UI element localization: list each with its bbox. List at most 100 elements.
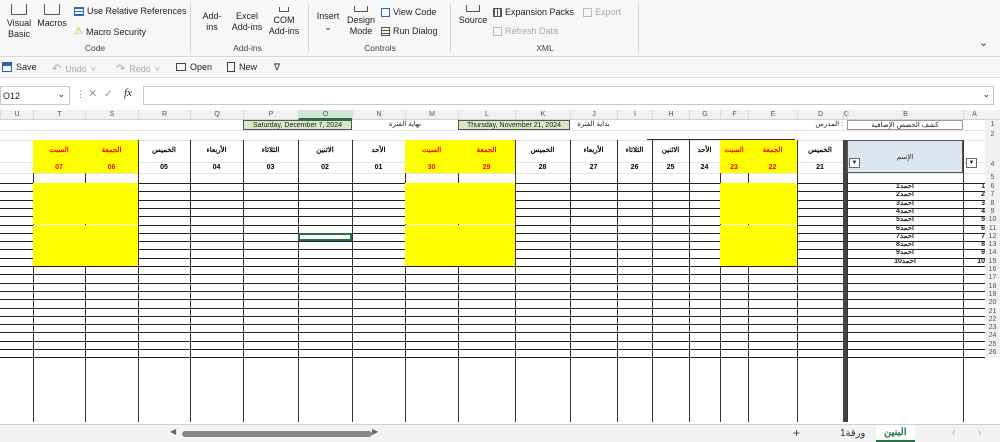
expand-formula-icon[interactable]: ⌄ <box>982 89 990 100</box>
serial-cell[interactable]: 1 <box>963 183 985 191</box>
weekend-cell[interactable] <box>458 224 515 233</box>
name-cell[interactable]: احمد5 <box>847 216 963 224</box>
row-header[interactable]: 21 <box>985 307 1000 316</box>
name-cell[interactable]: احمد8 <box>847 241 963 249</box>
selected-cell[interactable] <box>298 232 352 242</box>
row-header[interactable]: 25 <box>985 340 1000 349</box>
date-header[interactable]: 28 <box>515 162 570 173</box>
weekend-cell[interactable] <box>33 191 85 200</box>
serial-cell[interactable]: 7 <box>963 233 985 241</box>
weekend-cell[interactable] <box>458 249 515 258</box>
row-header[interactable]: 7 <box>985 191 1000 200</box>
day-header[interactable]: الخميس <box>797 140 843 162</box>
weekend-cell[interactable] <box>720 241 748 250</box>
weekend-cell[interactable] <box>720 257 748 266</box>
undo-button[interactable]: ↶ Undo ˅ <box>52 62 96 75</box>
column-header-R[interactable]: R <box>138 110 190 120</box>
weekend-cell[interactable] <box>405 183 458 192</box>
column-header-N[interactable]: N <box>352 110 405 120</box>
weekend-cell[interactable] <box>405 191 458 200</box>
day-header[interactable]: السبت <box>405 140 458 162</box>
column-header-A[interactable]: A <box>963 110 985 120</box>
column-header-D[interactable]: D <box>797 110 843 120</box>
weekend-cell[interactable] <box>405 241 458 250</box>
weekend-cell[interactable] <box>458 241 515 250</box>
weekend-cell[interactable] <box>748 241 797 250</box>
day-header[interactable]: الأحد <box>689 140 720 162</box>
date-header[interactable]: 07 <box>33 162 85 173</box>
name-box[interactable]: O12 ⌄ <box>0 86 70 105</box>
weekend-cell[interactable] <box>720 199 748 208</box>
column-header-E[interactable]: E <box>748 110 797 120</box>
name-cell[interactable]: احمد4 <box>847 208 963 216</box>
add-sheet-button[interactable]: + <box>793 426 800 440</box>
row-header[interactable]: 17 <box>985 274 1000 283</box>
view-code-button[interactable]: View Code <box>381 7 436 17</box>
weekend-cell[interactable] <box>458 232 515 242</box>
row-header[interactable]: 8 <box>985 199 1000 208</box>
column-header-S[interactable]: S <box>85 110 138 120</box>
weekend-cell[interactable] <box>748 257 797 266</box>
date-header[interactable]: 26 <box>617 162 652 173</box>
weekend-cell[interactable] <box>85 249 138 258</box>
day-header[interactable]: الجمعة <box>458 140 515 162</box>
weekend-cell[interactable] <box>458 199 515 208</box>
weekend-cell[interactable] <box>33 232 85 242</box>
column-header-U[interactable]: U <box>0 110 33 120</box>
weekend-cell[interactable] <box>85 241 138 250</box>
weekend-cell[interactable] <box>33 257 85 266</box>
weekend-cell[interactable] <box>458 191 515 200</box>
weekend-cell[interactable] <box>33 224 85 233</box>
run-dialog-button[interactable]: Run Dialog <box>381 26 438 36</box>
column-header-K[interactable]: K <box>515 110 570 120</box>
day-header[interactable]: الاثنين <box>298 140 352 162</box>
weekend-cell[interactable] <box>720 191 748 200</box>
row-header[interactable]: 9 <box>985 207 1000 217</box>
sheet-tab-other[interactable]: ورقة1 <box>840 428 865 439</box>
column-header-F[interactable]: F <box>720 110 748 120</box>
column-header-T[interactable]: T <box>33 110 85 120</box>
redo-button[interactable]: ↷ Redo ˅ <box>116 62 160 75</box>
name-header-cell[interactable]: الإسم <box>847 140 963 173</box>
weekend-cell[interactable] <box>33 199 85 208</box>
date-header[interactable]: 29 <box>458 162 515 173</box>
column-header-H[interactable]: H <box>652 110 689 120</box>
row-header[interactable]: 12 <box>985 232 1000 242</box>
export-button[interactable]: Export <box>583 7 621 17</box>
day-header[interactable]: الأحد <box>352 140 405 162</box>
weekend-cell[interactable] <box>85 216 138 225</box>
name-cell[interactable]: احمد2 <box>847 191 963 199</box>
macro-security-button[interactable]: ⚠ Macro Security <box>74 26 146 37</box>
scroll-right-icon[interactable]: ▶ <box>372 427 378 436</box>
column-header-J[interactable]: J <box>570 110 617 120</box>
date-header[interactable]: 24 <box>689 162 720 173</box>
date-header[interactable]: 22 <box>748 162 797 173</box>
row-header[interactable]: 24 <box>985 332 1000 341</box>
column-header-P[interactable]: P <box>243 110 298 120</box>
weekend-cell[interactable] <box>85 224 138 233</box>
com-addins-button[interactable]: COM Add-ins <box>267 4 301 37</box>
serial-cell[interactable]: 6 <box>963 225 985 233</box>
sheet-tab-active[interactable]: البنين <box>876 425 915 442</box>
date-header[interactable]: 03 <box>243 162 298 173</box>
column-header-B[interactable]: B <box>847 110 963 120</box>
insert-function-button[interactable]: fx <box>124 87 132 99</box>
weekend-cell[interactable] <box>85 199 138 208</box>
visual-basic-button[interactable]: Visual Basic <box>4 4 34 40</box>
weekend-cell[interactable] <box>720 224 748 233</box>
name-cell[interactable]: احمد3 <box>847 200 963 208</box>
row-header[interactable]: 18 <box>985 282 1000 291</box>
tab-next-icon[interactable]: › <box>978 427 981 438</box>
column-header-Q[interactable]: Q <box>190 110 243 120</box>
serial-filter-icon[interactable]: ▼ <box>966 158 977 168</box>
refresh-data-button[interactable]: Refresh Data <box>493 26 558 36</box>
date-header[interactable]: 25 <box>652 162 689 173</box>
worksheet-grid[interactable]: كشف الحصص الإضافية المدرس : Thursday, Nove… <box>0 120 985 422</box>
weekend-cell[interactable] <box>720 232 748 242</box>
date-header[interactable]: 21 <box>797 162 843 173</box>
weekend-cell[interactable] <box>33 183 85 192</box>
weekend-cell[interactable] <box>85 207 138 217</box>
weekend-cell[interactable] <box>405 232 458 242</box>
row-header[interactable]: 16 <box>985 266 1000 275</box>
row-header[interactable]: 26 <box>985 349 1000 358</box>
